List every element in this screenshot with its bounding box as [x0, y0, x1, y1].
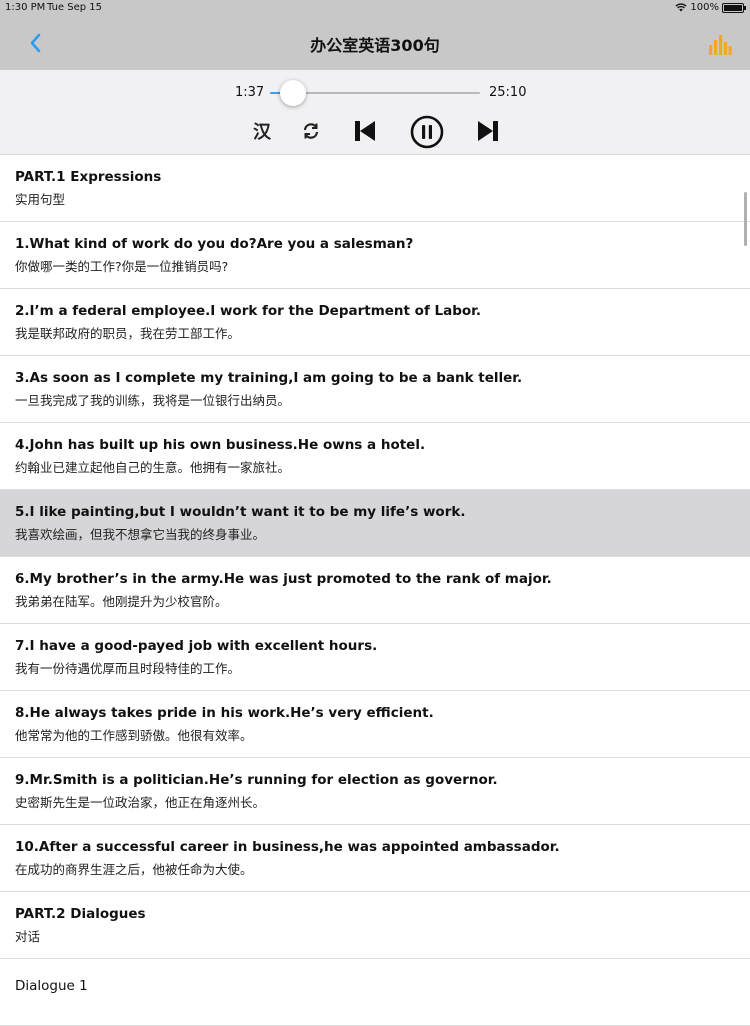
- next-button[interactable]: [474, 117, 502, 145]
- sentence-english: Dialogue 1: [15, 978, 88, 994]
- translate-label: 汉: [253, 122, 271, 143]
- sentence-chinese: 史密斯先生是一位政治家，他正在角逐州长。: [15, 795, 266, 810]
- list-item[interactable]: Dialogue 1: [0, 959, 750, 1026]
- sentence-chinese: 我是联邦政府的职员，我在劳工部工作。: [15, 326, 241, 341]
- list-item[interactable]: 7.I have a good-payed job with excellent…: [0, 624, 750, 691]
- list-item[interactable]: 3.As soon as I complete my training,I am…: [0, 356, 750, 423]
- list-item[interactable]: 9.Mr.Smith is a politician.He’s running …: [0, 758, 750, 825]
- wifi-icon: [675, 3, 687, 12]
- total-time: 25:10: [489, 85, 527, 100]
- audio-player: 1:37 25:10 汉: [0, 70, 750, 155]
- elapsed-time: 1:37: [235, 85, 265, 100]
- next-icon: [478, 121, 498, 141]
- bar-chart-icon: [709, 35, 732, 55]
- sentence-english: 1.What kind of work do you do?Are you a …: [15, 236, 414, 252]
- navigation-bar: 办公室英语300句: [0, 16, 750, 70]
- translate-toggle-button[interactable]: 汉: [248, 117, 276, 145]
- status-date: Tue Sep 15: [47, 2, 103, 13]
- sentence-english: 9.Mr.Smith is a politician.He’s running …: [15, 772, 498, 788]
- sentence-chinese: 我弟弟在陆军。他刚提升为少校官阶。: [15, 594, 228, 609]
- sentence-chinese: 他常常为他的工作感到骄傲。他很有效率。: [15, 728, 253, 743]
- battery-percent: 100%: [690, 2, 719, 13]
- list-item[interactable]: 8.He always takes pride in his work.He’s…: [0, 691, 750, 758]
- list-item[interactable]: 4.John has built up his own business.He …: [0, 423, 750, 490]
- previous-button[interactable]: [351, 117, 379, 145]
- scrollbar[interactable]: [744, 192, 747, 246]
- sentence-english: 3.As soon as I complete my training,I am…: [15, 370, 523, 386]
- sentence-chinese: 实用句型: [15, 192, 66, 207]
- sentence-chinese: 我有一份待遇优厚而且时段特佳的工作。: [15, 661, 241, 676]
- status-right: 100%: [675, 2, 746, 13]
- list-item[interactable]: 5.I like painting,but I wouldn’t want it…: [0, 490, 750, 557]
- sentence-chinese: 一旦我完成了我的训练，我将是一位银行出纳员。: [15, 393, 291, 408]
- status-time: 1:30 PM: [5, 2, 46, 13]
- list-item[interactable]: PART.2 Dialogues 对话: [0, 892, 750, 959]
- sentence-english: 5.I like painting,but I wouldn’t want it…: [15, 504, 466, 520]
- repeat-icon: [303, 123, 319, 139]
- sentence-english: 7.I have a good-payed job with excellent…: [15, 638, 378, 654]
- slider-thumb[interactable]: [280, 80, 307, 106]
- sentence-english: 8.He always takes pride in his work.He’s…: [15, 705, 434, 721]
- battery-icon: [722, 2, 746, 13]
- sentence-english: 10.After a successful career in business…: [15, 839, 560, 855]
- status-bar: 1:30 PM Tue Sep 15 100%: [0, 0, 750, 16]
- sentence-chinese: 我喜欢绘画，但我不想拿它当我的终身事业。: [15, 527, 266, 542]
- sentence-english: PART.1 Expressions: [15, 169, 162, 185]
- list-item[interactable]: 6.My brother’s in the army.He was just p…: [0, 557, 750, 624]
- pause-icon: [410, 115, 444, 149]
- sentence-chinese: 在成功的商界生涯之后，他被任命为大使。: [15, 862, 253, 877]
- sentence-chinese: 对话: [15, 929, 41, 944]
- sentence-chinese: 你做哪一类的工作?你是一位推销员吗?: [15, 259, 229, 274]
- sentence-english: 6.My brother’s in the army.He was just p…: [15, 571, 552, 587]
- stats-button[interactable]: [708, 34, 732, 56]
- sentence-chinese: 约翰业已建立起他自己的生意。他拥有一家旅社。: [15, 460, 291, 475]
- list-item[interactable]: 2.I’m a federal employee.I work for the …: [0, 289, 750, 356]
- pause-button[interactable]: [408, 113, 446, 151]
- list-item[interactable]: 10.After a successful career in business…: [0, 825, 750, 892]
- sentence-list: PART.1 Expressions 实用句型 1.What kind of wor…: [0, 155, 750, 1026]
- list-item[interactable]: PART.1 Expressions 实用句型: [0, 155, 750, 222]
- list-item[interactable]: 1.What kind of work do you do?Are you a …: [0, 222, 750, 289]
- sentence-english: 4.John has built up his own business.He …: [15, 437, 426, 453]
- sentence-english: 2.I’m a federal employee.I work for the …: [15, 303, 482, 319]
- sentence-english: PART.2 Dialogues: [15, 906, 146, 922]
- repeat-button[interactable]: [297, 117, 325, 145]
- previous-icon: [355, 121, 375, 141]
- page-title: 办公室英语300句: [310, 36, 440, 55]
